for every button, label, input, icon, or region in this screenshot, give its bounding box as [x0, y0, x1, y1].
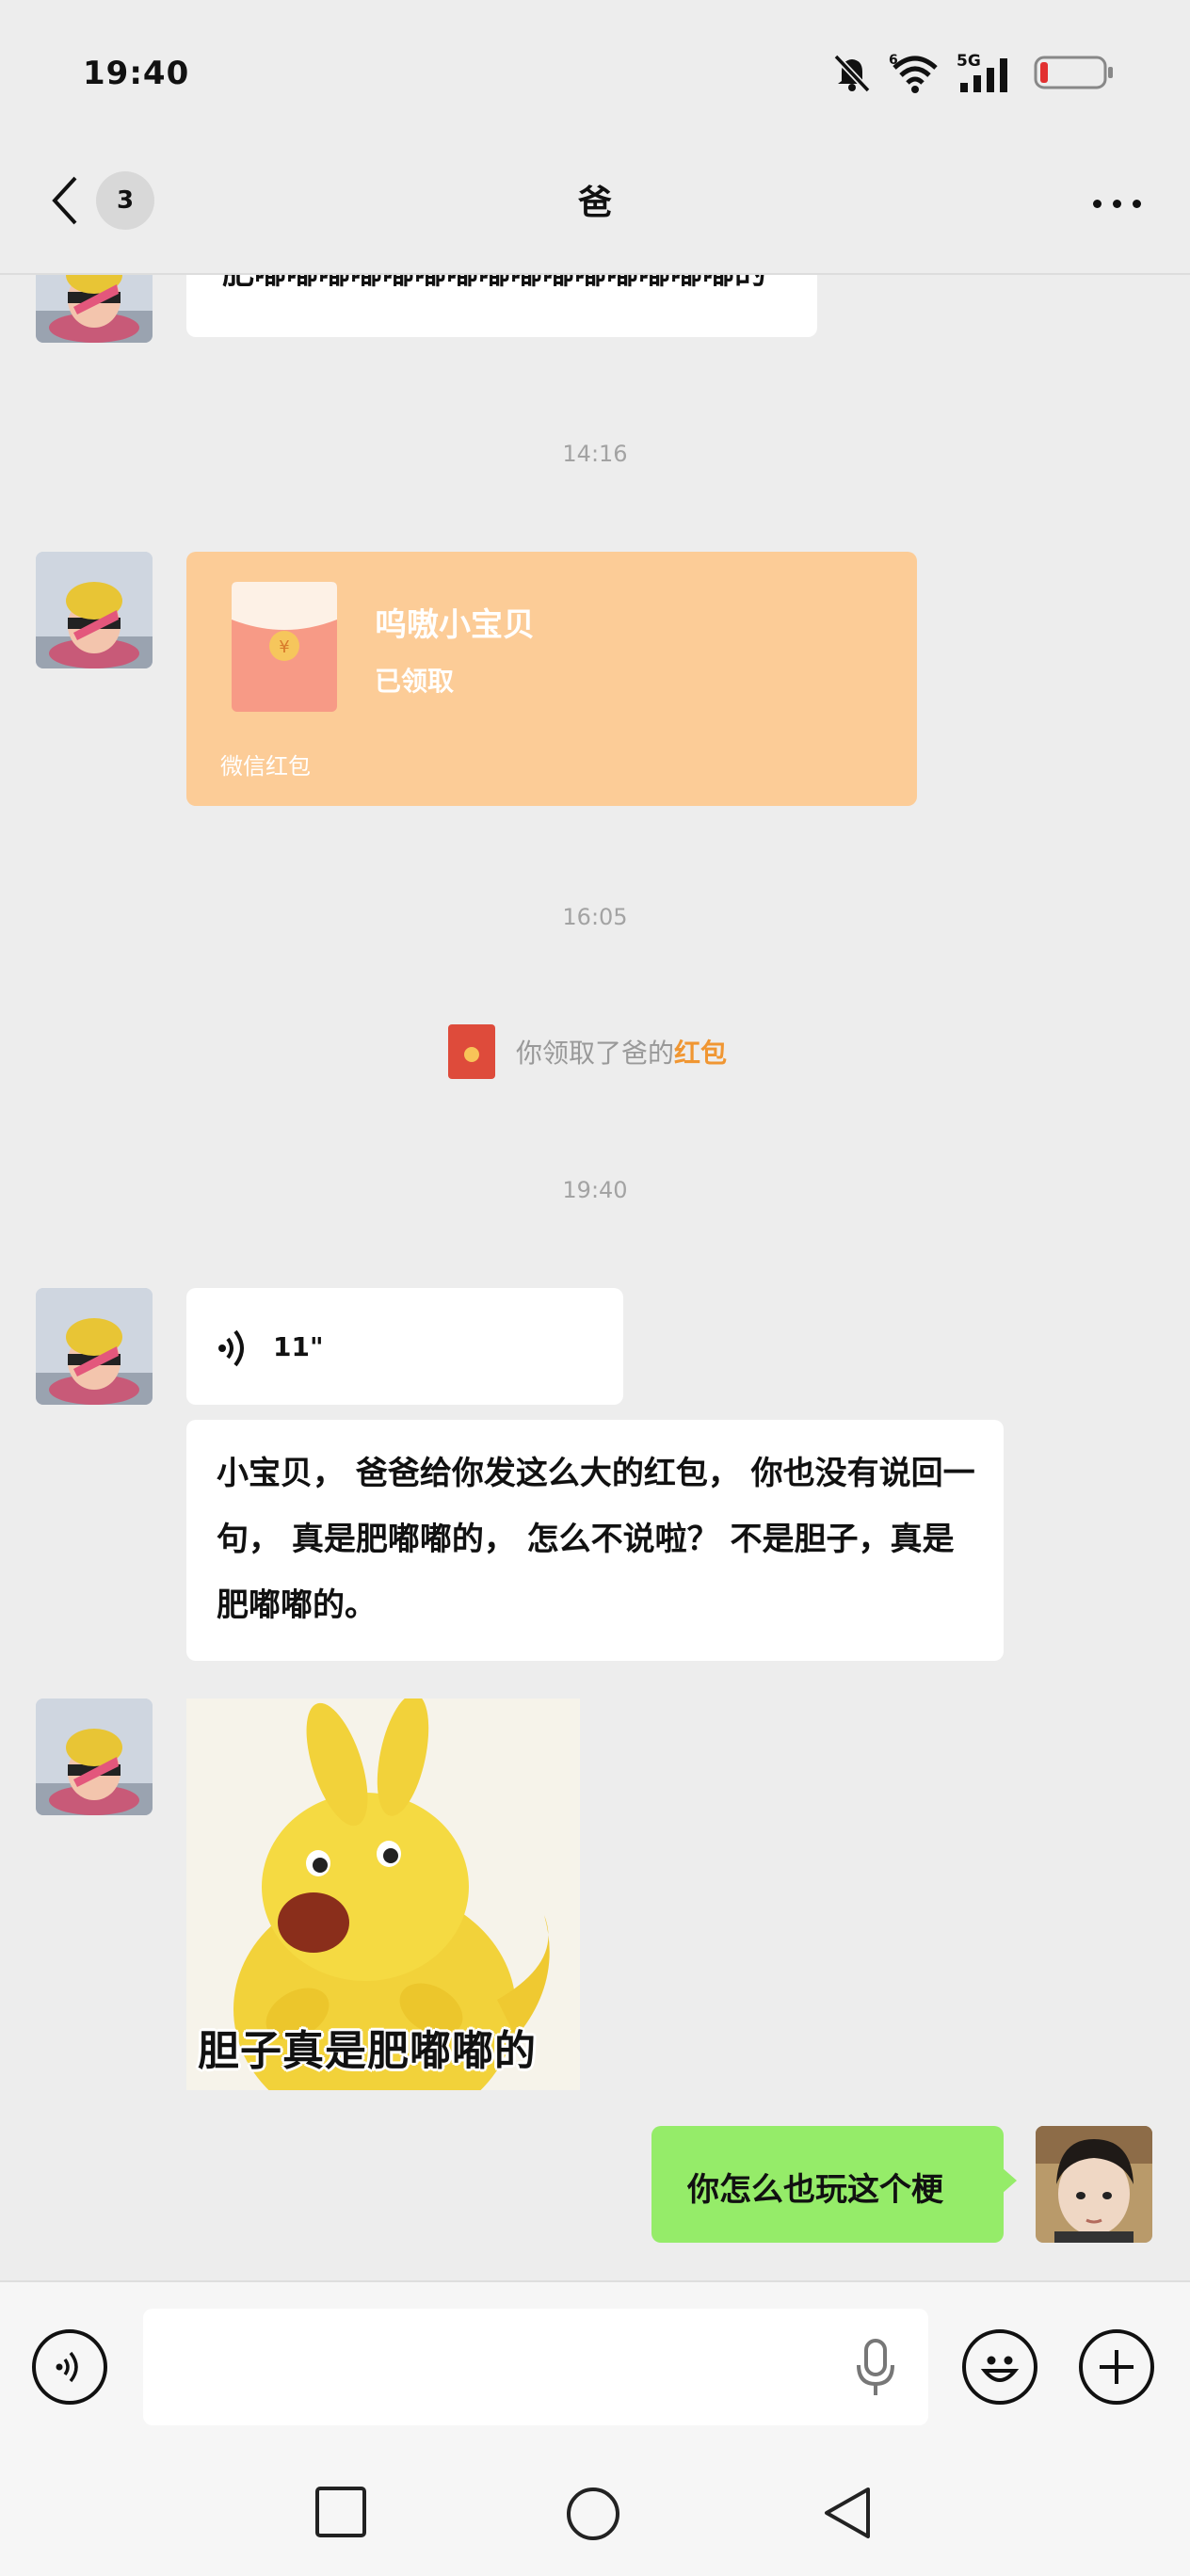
red-packet-small-icon — [448, 1024, 495, 1079]
home-button[interactable] — [565, 2486, 621, 2542]
avatar-dad[interactable] — [36, 552, 153, 668]
message-text: 肥嘟嘟嘟嘟嘟嘟嘟嘟嘟嘟嘟嘟嘟嘟嘟的 — [222, 275, 766, 293]
voice-message[interactable]: 11" — [186, 1288, 623, 1405]
mute-bell-icon — [833, 54, 871, 93]
system-notice: 你领取了爸的红包 — [448, 1024, 727, 1079]
battery-icon — [1034, 56, 1113, 89]
avatar-me[interactable] — [1036, 2126, 1152, 2243]
red-envelope-icon: ¥ — [232, 582, 337, 712]
avatar-dad[interactable] — [36, 275, 153, 343]
timestamp: 19:40 — [562, 1177, 628, 1203]
system-notice-text: 你领取了爸的 — [516, 1038, 675, 1069]
voice-toggle-button[interactable] — [32, 2329, 107, 2405]
message-text: 小宝贝， 爸爸给你发这么大的红包， 你也没有说回一句， 真是肥嘟嘟的， 怎么不说… — [217, 1455, 975, 1624]
avatar-dad[interactable] — [36, 1288, 153, 1405]
red-packet-title: 呜嗷小宝贝 — [375, 606, 535, 644]
red-packet-link[interactable]: 红包 — [674, 1038, 727, 1069]
more-icon — [1092, 199, 1102, 208]
sticker-message[interactable]: 胆子真是肥嘟嘟的 — [186, 1699, 580, 2090]
message-input[interactable] — [143, 2309, 928, 2425]
status-time: 19:40 — [83, 55, 190, 92]
voice-toggle-icon — [56, 2351, 78, 2383]
svg-text:¥: ¥ — [279, 637, 289, 657]
message-list[interactable]: 肥嘟嘟嘟嘟嘟嘟嘟嘟嘟嘟嘟嘟嘟嘟嘟的 14:16 ¥ 呜嗷小宝贝 已领取 微信红包… — [0, 275, 1190, 2280]
plus-icon — [1100, 2350, 1134, 2384]
recents-button[interactable] — [314, 2486, 367, 2538]
back-nav-icon — [825, 2487, 870, 2538]
recents-icon — [315, 2487, 366, 2537]
red-packet-status: 已领取 — [375, 666, 455, 697]
sticker-caption: 胆子真是肥嘟嘟的 — [198, 2027, 537, 2075]
plus-button[interactable] — [1079, 2329, 1154, 2405]
mic-icon — [857, 2339, 894, 2395]
my-message-bubble[interactable]: 你怎么也玩这个梗 — [651, 2126, 1017, 2243]
emoji-icon — [980, 2356, 1020, 2382]
emoji-button[interactable] — [962, 2329, 1037, 2405]
input-bar — [0, 2280, 1190, 2452]
back-nav-button[interactable] — [821, 2486, 874, 2540]
my-message-text: 你怎么也玩这个梗 — [687, 2171, 943, 2209]
system-navigation-bar — [0, 2450, 1190, 2576]
wifi-icon: 6 — [889, 53, 938, 93]
more-button[interactable] — [1079, 185, 1154, 222]
cellular-signal-icon: 5G — [957, 52, 1007, 92]
home-icon — [567, 2487, 619, 2540]
timestamp: 16:05 — [562, 904, 628, 930]
message-text-bubble[interactable]: 肥嘟嘟嘟嘟嘟嘟嘟嘟嘟嘟嘟嘟嘟嘟嘟的 — [186, 275, 817, 337]
red-packet-footer: 微信红包 — [220, 753, 311, 780]
timestamp: 14:16 — [562, 441, 628, 467]
avatar-dad[interactable] — [36, 1699, 153, 1815]
mic-button[interactable] — [847, 2335, 904, 2401]
message-text-bubble[interactable]: 小宝贝， 爸爸给你发这么大的红包， 你也没有说回一句， 真是肥嘟嘟的， 怎么不说… — [186, 1420, 1004, 1661]
voice-duration: 11" — [273, 1331, 324, 1362]
network-type-label: 5G — [957, 52, 981, 71]
voice-wave-icon — [218, 1329, 244, 1367]
red-packet-message[interactable]: ¥ 呜嗷小宝贝 已领取 微信红包 — [186, 552, 917, 806]
status-icons: 6 5G — [830, 47, 1115, 98]
chat-title: 爸 — [577, 184, 612, 222]
